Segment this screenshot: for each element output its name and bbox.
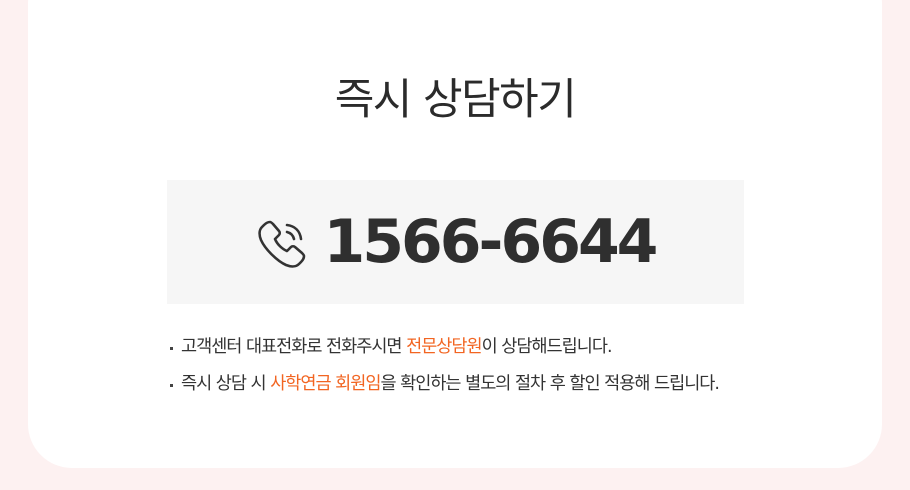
notice-text: 이 상담해드립니다. <box>481 337 613 357</box>
notice-text: 즉시 상담 시 <box>181 374 271 394</box>
notice-item: 즉시 상담 시 사학연금 회원임을 확인하는 별도의 절차 후 할인 적용해 드… <box>170 373 720 396</box>
notice-highlight: 사학연금 회원임 <box>270 374 381 394</box>
notice-list: 고객센터 대표전화로 전화주시면 전문상담원이 상담해드립니다. 즉시 상담 시… <box>170 336 720 410</box>
bullet-icon <box>170 384 173 387</box>
consult-card: 즉시 상담하기 1566-6644 고객센터 대표전화로 전화주시면 전문상담원… <box>28 0 882 468</box>
bullet-icon <box>170 347 173 350</box>
phone-number[interactable]: 1566-6644 <box>324 212 659 272</box>
page-title: 즉시 상담하기 <box>334 75 577 125</box>
notice-item: 고객센터 대표전화로 전화주시면 전문상담원이 상담해드립니다. <box>170 336 719 359</box>
notice-text: 을 확인하는 별도의 절차 후 할인 적용해 드립니다. <box>380 374 720 394</box>
phone-icon <box>256 216 310 270</box>
phone-number-box[interactable]: 1566-6644 <box>167 180 744 304</box>
notice-text: 고객센터 대표전화로 전화주시면 <box>181 337 407 357</box>
notice-highlight: 전문상담원 <box>406 337 482 357</box>
